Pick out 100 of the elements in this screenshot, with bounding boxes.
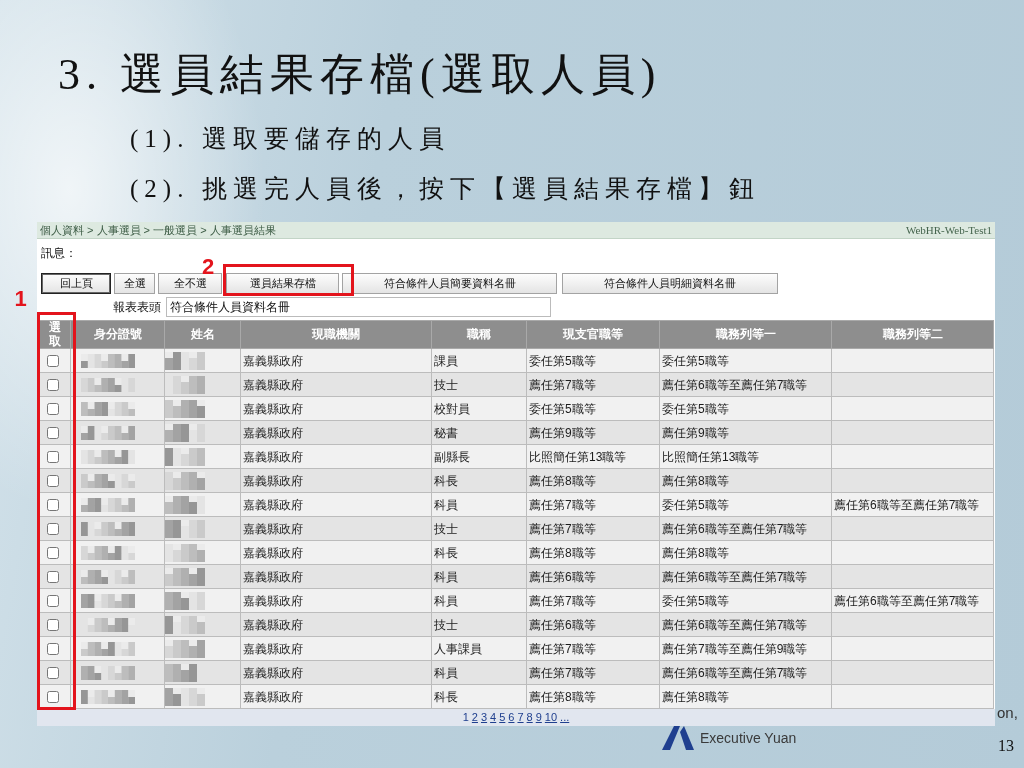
- table-cell: 嘉義縣政府: [240, 588, 432, 613]
- table-cell: 薦任第6職等至薦任第7職等: [659, 516, 832, 541]
- pixelated-id-block: [81, 473, 135, 488]
- pixelated-id-block: [81, 545, 135, 560]
- table-cell: 委任第5職等: [526, 348, 660, 373]
- row-checkbox[interactable]: [47, 547, 59, 560]
- table-cell: 薦任第6職等至薦任第7職等: [659, 660, 832, 685]
- table-cell: 副縣長: [431, 444, 527, 469]
- table-cell: 嘉義縣政府: [240, 564, 432, 589]
- report-header-field[interactable]: 符合條件人員資料名冊: [166, 297, 551, 317]
- toolbar-button[interactable]: 符合條件人員簡要資料名冊: [342, 273, 557, 294]
- page-link[interactable]: 8: [526, 709, 533, 726]
- pixelated-id-block: [81, 449, 135, 464]
- table-cell: 技士: [431, 516, 527, 541]
- page-link[interactable]: 7: [517, 709, 524, 726]
- page-link[interactable]: ...: [560, 709, 570, 726]
- table-cell: 科長: [431, 468, 527, 493]
- table-cell: 薦任第6職等: [526, 564, 660, 589]
- page-link[interactable]: 4: [490, 709, 497, 726]
- table-cell: 薦任第8職等: [526, 540, 660, 565]
- table-cell: 嘉義縣政府: [240, 348, 432, 373]
- bullet-text: (2). 挑選完人員後，按下【選員結果存檔】鈕: [130, 174, 761, 204]
- page-link[interactable]: 2: [471, 709, 478, 726]
- toolbar-button[interactable]: 回上頁: [41, 273, 111, 294]
- row-checkbox[interactable]: [47, 643, 59, 656]
- pixelated-id-block: [81, 497, 135, 512]
- host-label: WebHR-Web-Test1: [905, 223, 992, 238]
- toolbar-button[interactable]: 符合條件人員明細資料名冊: [562, 273, 778, 294]
- table-cell: 科員: [431, 564, 527, 589]
- table-cell: 嘉義縣政府: [240, 684, 432, 709]
- toolbar-button[interactable]: 全不選: [158, 273, 222, 294]
- column-header: 職務列等一: [659, 320, 832, 349]
- pixelated-id-block: [81, 593, 135, 608]
- table-cell: 薦任第9職等: [526, 420, 660, 445]
- page-link[interactable]: 1: [462, 709, 469, 726]
- table-cell: 薦任第7職等: [526, 588, 660, 613]
- bullet-text: (1). 選取要儲存的人員: [130, 124, 451, 154]
- row-checkbox[interactable]: [47, 691, 59, 704]
- pixelated-id-block: [81, 401, 135, 416]
- pixelated-id-block: [81, 521, 135, 536]
- page-link[interactable]: 5: [499, 709, 506, 726]
- column-header: 現支官職等: [526, 320, 660, 349]
- row-checkbox[interactable]: [47, 571, 59, 584]
- column-header: 職稱: [431, 320, 527, 349]
- pixelated-id-block: [81, 689, 135, 704]
- column-header: 身分證號: [70, 320, 165, 349]
- table-cell: 薦任第8職等: [526, 684, 660, 709]
- breadcrumb-text: 個人資料 > 人事選員 > 一般選員 > 人事選員結果: [40, 223, 276, 238]
- page-link[interactable]: 10: [544, 709, 558, 726]
- table-cell: 委任第5職等: [659, 492, 832, 517]
- table-cell: 嘉義縣政府: [240, 516, 432, 541]
- table-cell: 薦任第6職等至薦任第7職等: [831, 492, 994, 517]
- row-checkbox[interactable]: [47, 523, 59, 536]
- row-checkbox[interactable]: [47, 355, 59, 368]
- table-cell: 秘書: [431, 420, 527, 445]
- table-cell: 嘉義縣政府: [240, 612, 432, 637]
- row-checkbox[interactable]: [47, 427, 59, 440]
- pixelated-id-block: [81, 641, 135, 656]
- pixelated-id-block: [81, 425, 135, 440]
- pixelated-id-block: [81, 569, 135, 584]
- table-cell: 校對員: [431, 396, 527, 421]
- table-cell: 比照簡任第13職等: [526, 444, 660, 469]
- row-checkbox[interactable]: [47, 499, 59, 512]
- table-cell: 薦任第6職等至薦任第7職等: [659, 564, 832, 589]
- table-cell: 薦任第7職等: [526, 492, 660, 517]
- page-number: 13: [998, 736, 1014, 756]
- table-cell: 委任第5職等: [659, 348, 832, 373]
- table-cell: 薦任第6職等至薦任第7職等: [659, 372, 832, 397]
- pixelated-id-block: [81, 665, 135, 680]
- table-cell: 嘉義縣政府: [240, 444, 432, 469]
- table-cell: 委任第5職等: [659, 396, 832, 421]
- table-cell: 比照簡任第13職等: [659, 444, 832, 469]
- table-cell: 薦任第8職等: [659, 468, 832, 493]
- row-checkbox[interactable]: [47, 595, 59, 608]
- page-link[interactable]: 3: [480, 709, 488, 726]
- row-checkbox[interactable]: [47, 451, 59, 464]
- logo-mark-icon: [660, 726, 696, 750]
- table-cell: 薦任第9職等: [659, 420, 832, 445]
- table-cell: 技士: [431, 372, 527, 397]
- page-link[interactable]: 9: [535, 709, 542, 726]
- column-header: 姓名: [164, 320, 241, 349]
- table-cell: 薦任第7職等: [526, 516, 660, 541]
- row-checkbox[interactable]: [47, 379, 59, 392]
- toolbar-button[interactable]: 全選: [114, 273, 155, 294]
- table-cell: 薦任第6職等至薦任第7職等: [831, 588, 994, 613]
- row-checkbox[interactable]: [47, 475, 59, 488]
- table-cell: 薦任第6職等至薦任第7職等: [659, 612, 832, 637]
- table-cell: 科長: [431, 684, 527, 709]
- table-cell: 嘉義縣政府: [240, 540, 432, 565]
- row-checkbox[interactable]: [47, 403, 59, 416]
- table-cell: 薦任第8職等: [659, 540, 832, 565]
- table-cell: 技士: [431, 612, 527, 637]
- table-cell: 委任第5職等: [659, 588, 832, 613]
- row-checkbox[interactable]: [47, 667, 59, 680]
- column-header: 選取: [48, 321, 61, 348]
- toolbar-button[interactable]: 選員結果存檔: [226, 273, 339, 294]
- row-checkbox[interactable]: [47, 619, 59, 632]
- page-link[interactable]: 6: [508, 709, 515, 726]
- table-cell: 嘉義縣政府: [240, 372, 432, 397]
- pixelated-id-block: [81, 353, 135, 368]
